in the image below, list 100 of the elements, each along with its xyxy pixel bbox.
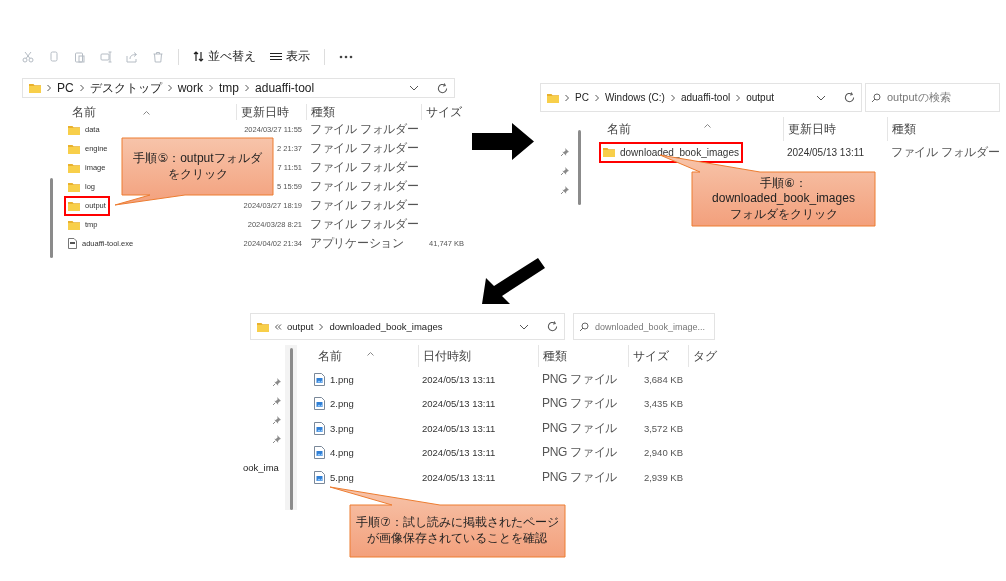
pin-icon[interactable] [561,186,569,194]
breadcrumb[interactable]: Windows (C:) [604,92,665,103]
scrollbar[interactable] [50,178,53,258]
nav-item[interactable]: ook_ima [243,462,279,473]
sort-caret-icon [704,124,711,128]
column-header[interactable]: 名前 [72,103,96,121]
type-cell-text: ファイル フォルダー [309,159,420,176]
address-bar[interactable]: PC Windows (C:) aduaffi-tool output [540,83,862,112]
column-header[interactable]: 名前 [607,120,631,138]
search-field[interactable]: outputの検索 [865,83,1000,112]
size-cell-text: 2,940 KB [642,447,684,459]
type-cell-text: PNG ファイル [541,419,618,437]
folder-icon [29,83,41,93]
more-icon[interactable] [339,54,353,59]
chevron-right-icon [318,322,325,331]
file-name[interactable]: 4.png [310,441,358,465]
date-cell-text: 2024/05/13 13:11 [421,398,497,410]
breadcrumb[interactable]: tmp [219,81,240,95]
chevron-right-icon [244,84,251,92]
date-cell-text: 2024/05/13 13:11 [786,146,866,158]
type-cell-text: ファイル フォルダー [309,140,420,157]
folder-icon [68,124,80,135]
double-chevron-icon[interactable] [274,322,282,331]
folder-icon [257,321,269,332]
image-file-icon [314,372,325,386]
column-header[interactable]: 種類 [311,103,335,121]
column-header[interactable]: 更新日時 [788,120,836,138]
image-file-icon [314,421,325,435]
folder-icon [68,219,80,230]
pin-icon[interactable] [561,148,569,156]
pin-icon[interactable] [273,435,281,443]
callout-text: 手順⑤：outputフォルダ をクリック [133,150,262,183]
breadcrumb[interactable]: downloaded_book_images [329,321,443,332]
type-cell-text: ファイル フォルダー [309,121,420,138]
file-name[interactable]: 3.png [310,416,358,440]
column-header[interactable]: タグ [693,347,717,365]
chevron-right-icon [564,93,570,102]
pin-icon[interactable] [273,397,281,405]
chevron-right-icon [208,84,214,92]
size-cell-text: 3,572 KB [642,422,684,434]
breadcrumb[interactable]: work [177,81,203,95]
view-button[interactable]: 表示 [270,48,310,65]
file-name[interactable]: 5.png [310,465,358,489]
file-name[interactable]: 2.png [310,392,358,416]
address-bar[interactable]: output downloaded_book_images [250,313,565,340]
pin-icon[interactable] [561,167,569,175]
breadcrumb[interactable]: デスクトップ [89,79,162,97]
image-file-icon [314,397,325,411]
chevron-right-icon [735,93,742,102]
folder-icon [68,181,80,192]
breadcrumb[interactable]: PC [57,81,74,95]
column-header[interactable]: 更新日時 [241,103,289,121]
folder-icon [68,143,80,154]
date-cell-text: 2024/05/13 13:11 [421,422,497,434]
pin-icon[interactable] [273,416,281,424]
scrollbar[interactable] [290,348,293,510]
list-view-icon [270,52,282,61]
file-name[interactable]: 1.png [310,367,358,391]
column-header[interactable]: 日付時刻 [423,347,471,365]
file-name[interactable]: downloaded_book_images [620,146,739,158]
type-cell-text: PNG ファイル [541,444,618,462]
arrow-icon [472,123,534,160]
sort-caret-icon [367,352,374,356]
breadcrumb[interactable]: PC [575,92,589,103]
chevron-down-icon[interactable] [816,94,826,101]
chevron-right-icon [78,84,85,92]
sort-caret-icon [143,111,150,115]
column-header[interactable]: 種類 [543,347,567,365]
search-field[interactable]: downloaded_book_image... [573,313,715,340]
date-cell-text: 2024/05/13 13:11 [421,447,497,459]
image-file-icon [314,446,325,460]
column-header[interactable]: サイズ [426,103,462,121]
pin-icon[interactable] [273,378,281,386]
folder-icon [603,147,615,157]
column-header[interactable]: 名前 [318,347,342,365]
breadcrumb[interactable]: output [746,92,775,103]
chevron-right-icon [46,84,52,92]
image-file-icon [314,470,325,484]
breadcrumb[interactable]: aduaffi-tool [255,81,315,95]
arrow-icon [480,258,546,306]
breadcrumb[interactable]: output [287,321,314,332]
refresh-icon[interactable] [437,82,448,94]
callout-text: 手順⑥： downloaded_book_images フォルダをクリック [712,175,855,223]
folder-icon [68,200,80,211]
type-cell-text: アプリケーション [309,235,405,252]
refresh-icon[interactable] [844,92,855,103]
address-bar[interactable]: PC デスクトップ work tmp aduaffi-tool [22,78,455,98]
type-cell-text: ファイル フォルダー [309,178,420,195]
column-header[interactable]: 種類 [892,120,916,138]
type-cell-text: ファイル フォルダー [890,143,1001,161]
search-icon [579,321,589,332]
scrollbar[interactable] [578,130,581,205]
sort-button[interactable]: 並べ替え [193,48,256,65]
refresh-icon[interactable] [547,321,558,332]
size-cell-text: 3,684 KB [642,373,684,385]
column-header[interactable]: サイズ [633,347,669,365]
breadcrumb[interactable]: aduaffi-tool [680,92,731,103]
search-icon [871,92,881,103]
chevron-down-icon[interactable] [409,85,419,91]
chevron-down-icon[interactable] [519,323,529,330]
